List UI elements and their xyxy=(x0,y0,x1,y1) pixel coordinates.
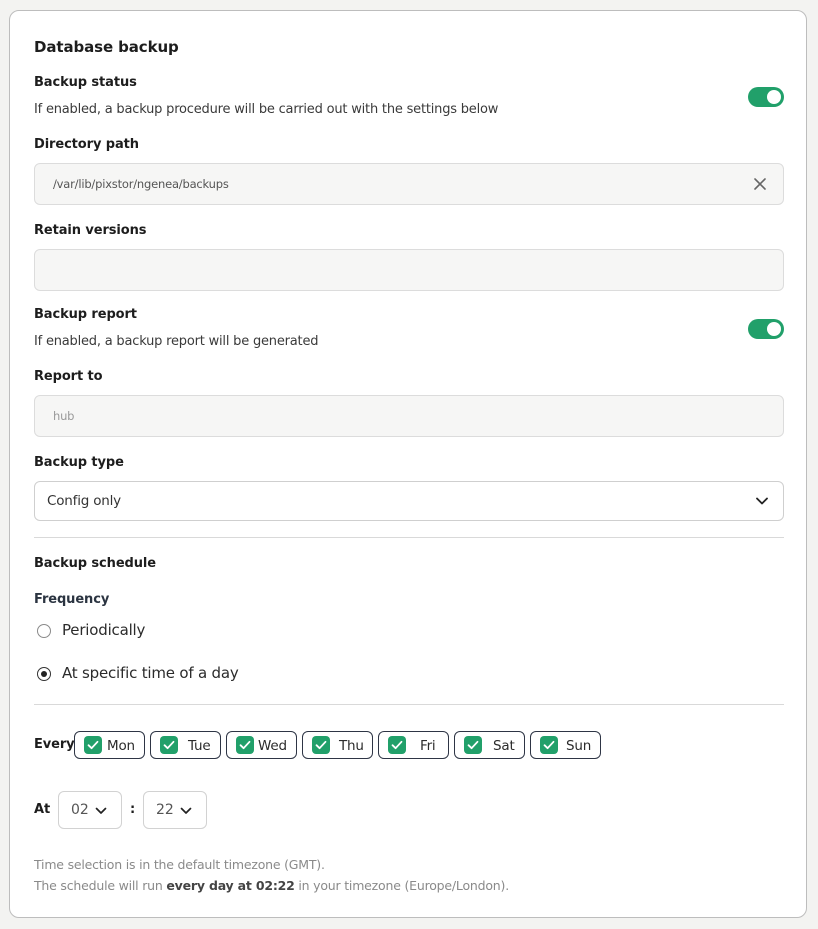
timezone-note: Time selection is in the default timezon… xyxy=(34,857,325,872)
divider xyxy=(34,704,784,705)
toggle-knob xyxy=(767,322,781,336)
day-tue[interactable]: Tue xyxy=(150,731,221,759)
backup-report-label: Backup report xyxy=(34,307,137,322)
toggle-knob xyxy=(767,90,781,104)
day-thu[interactable]: Thu xyxy=(302,731,373,759)
backup-type-label: Backup type xyxy=(34,455,124,470)
schedule-summary-suffix: in your timezone (Europe/London). xyxy=(294,878,509,893)
every-label: Every xyxy=(34,737,75,752)
schedule-summary: The schedule will run every day at 02:22… xyxy=(34,878,509,893)
check-icon xyxy=(543,740,555,750)
check-icon xyxy=(163,740,175,750)
day-label: Sun xyxy=(566,738,592,754)
day-mon[interactable]: Mon xyxy=(74,731,145,759)
day-label: Wed xyxy=(258,738,287,754)
section-title: Database backup xyxy=(34,38,179,56)
check-icon xyxy=(467,740,479,750)
check-icon xyxy=(315,740,327,750)
backup-status-description: If enabled, a backup procedure will be c… xyxy=(34,102,499,117)
schedule-summary-prefix: The schedule will run xyxy=(34,878,167,893)
day-label: Mon xyxy=(107,738,135,754)
chevron-down-icon xyxy=(180,807,192,814)
directory-path-input[interactable] xyxy=(35,164,783,204)
close-icon[interactable] xyxy=(753,177,767,191)
directory-path-label: Directory path xyxy=(34,137,139,152)
backup-schedule-title: Backup schedule xyxy=(34,556,156,571)
hour-value: 02 xyxy=(71,802,89,818)
at-label: At xyxy=(34,802,51,817)
backup-report-description: If enabled, a backup report will be gene… xyxy=(34,334,319,349)
checkbox-checked xyxy=(388,736,406,754)
checkbox-checked xyxy=(312,736,330,754)
day-label: Thu xyxy=(339,738,364,754)
radio-specific-time[interactable] xyxy=(37,667,51,681)
day-sat[interactable]: Sat xyxy=(454,731,525,759)
retain-versions-field-wrapper xyxy=(34,249,784,291)
report-to-field-wrapper xyxy=(34,395,784,437)
minute-value: 22 xyxy=(156,802,174,818)
divider xyxy=(34,537,784,538)
chevron-down-icon xyxy=(95,807,107,814)
radio-specific-time-label[interactable]: At specific time of a day xyxy=(62,664,239,682)
chevron-down-icon xyxy=(756,497,768,505)
backup-type-value: Config only xyxy=(47,493,121,509)
retain-versions-input[interactable] xyxy=(35,250,783,290)
day-label: Tue xyxy=(188,738,211,754)
backup-report-toggle[interactable] xyxy=(748,319,784,339)
radio-periodically[interactable] xyxy=(37,624,51,638)
minute-select[interactable]: 22 xyxy=(143,791,207,829)
check-icon xyxy=(87,740,99,750)
backup-status-label: Backup status xyxy=(34,75,137,90)
report-to-input[interactable] xyxy=(35,396,783,436)
retain-versions-label: Retain versions xyxy=(34,223,147,238)
database-backup-card: Database backup Backup status If enabled… xyxy=(9,10,807,918)
backup-type-select[interactable]: Config only xyxy=(34,481,784,521)
directory-path-field-wrapper xyxy=(34,163,784,205)
report-to-label: Report to xyxy=(34,369,103,384)
checkbox-checked xyxy=(160,736,178,754)
check-icon xyxy=(239,740,251,750)
day-wed[interactable]: Wed xyxy=(226,731,297,759)
checkbox-checked xyxy=(540,736,558,754)
checkbox-checked xyxy=(236,736,254,754)
day-label: Fri xyxy=(420,738,436,754)
checkbox-checked xyxy=(84,736,102,754)
backup-status-toggle[interactable] xyxy=(748,87,784,107)
check-icon xyxy=(391,740,403,750)
day-sun[interactable]: Sun xyxy=(530,731,601,759)
radio-periodically-label[interactable]: Periodically xyxy=(62,621,145,639)
day-label: Sat xyxy=(493,738,515,754)
hour-select[interactable]: 02 xyxy=(58,791,122,829)
frequency-label: Frequency xyxy=(34,592,110,607)
day-fri[interactable]: Fri xyxy=(378,731,449,759)
checkbox-checked xyxy=(464,736,482,754)
radio-dot xyxy=(41,671,47,677)
time-separator: : xyxy=(130,802,136,817)
schedule-summary-bold: every day at 02:22 xyxy=(166,878,295,893)
